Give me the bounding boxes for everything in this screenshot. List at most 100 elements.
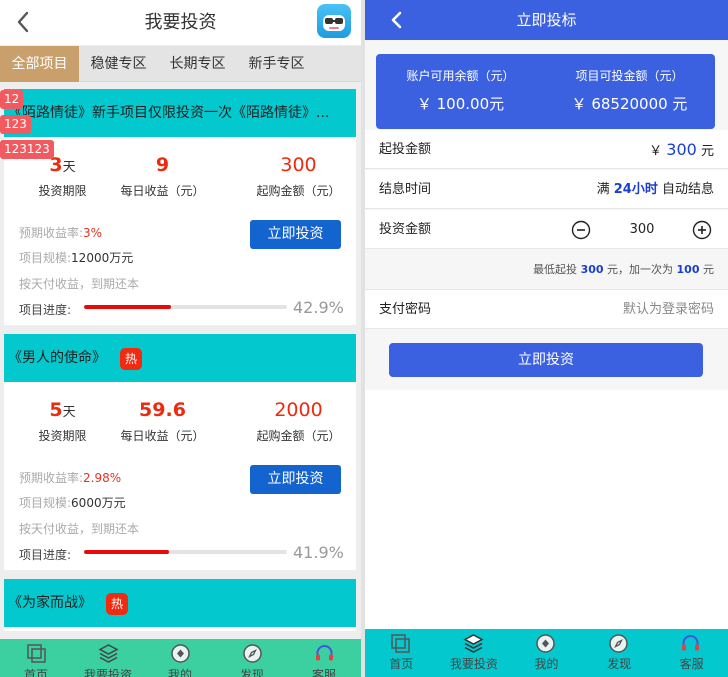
- user-icon: [535, 633, 556, 654]
- repayment-method: 按天付收益，到期还本: [19, 277, 140, 291]
- home-icon: [390, 633, 411, 654]
- min-amount-label: 起购金额（元）: [256, 429, 341, 443]
- bid-form: 账户可用余额（元） ￥ 100.00元 项目可投金额（元） ￥ 68520000…: [365, 40, 728, 390]
- compass-icon: [608, 633, 629, 654]
- nav-invest[interactable]: 我要投资: [72, 639, 144, 677]
- project-stats: 3天 投资期限 9 每日收益（元） 300 起购金额（元）: [4, 151, 356, 211]
- invest-hint: 最低起投 300 元，加一次为 100 元: [533, 263, 714, 276]
- invest-hint-row: 最低起投 300 元，加一次为 100 元: [365, 250, 728, 290]
- progress-fill: [84, 305, 172, 309]
- invest-list-screen: 我要投资 全部项目 稳健专区 长期专区 新手专区 《陌路情徒》新手项目仅限投资一…: [0, 0, 361, 677]
- project-card-header[interactable]: 《为家而战》 热: [4, 579, 356, 627]
- start-amount-label: 起投金额: [379, 142, 432, 157]
- progress-label: 项目进度:: [19, 303, 72, 317]
- pay-password-input[interactable]: 默认为登录密码: [623, 290, 714, 329]
- settle-time-label: 结息时间: [379, 182, 432, 197]
- category-tabs: 全部项目 稳健专区 长期专区 新手专区: [0, 46, 361, 82]
- top-bar: 立即投标: [365, 0, 728, 40]
- page-title: 我要投资: [144, 12, 217, 33]
- available-balance-value: ￥ 100.00元: [416, 95, 505, 113]
- invest-now-button[interactable]: 立即投资: [250, 220, 341, 249]
- nav-home[interactable]: 首页: [0, 639, 72, 677]
- project-card: 《陌路情徒》新手项目仅限投资一次《陌路情徒》... 3天 投资期限 9 每日收益…: [4, 89, 356, 325]
- tab-stable-zone[interactable]: 稳健专区: [79, 46, 158, 82]
- invest-amount-row: 投资金额 300: [365, 210, 728, 249]
- invest-now-button[interactable]: 立即投资: [250, 465, 341, 494]
- start-amount-value: ￥ 300 元: [649, 140, 714, 159]
- layers-icon: [98, 643, 119, 664]
- project-stats: 5天 投资期限 59.6 每日收益（元） 2000 起购金额（元）: [4, 396, 356, 456]
- bid-screen: 立即投标 账户可用余额（元） ￥ 100.00元 项目可投金额（元） ￥ 685…: [365, 0, 728, 677]
- project-scale: 项目规模:6000万元: [19, 496, 126, 510]
- progress-fill: [84, 550, 170, 554]
- back-icon[interactable]: [12, 10, 36, 34]
- project-available-label: 项目可投金额（元）: [575, 69, 684, 83]
- nav-mine[interactable]: 我的: [144, 639, 216, 677]
- tab-long-term-zone[interactable]: 长期专区: [158, 46, 237, 82]
- debug-tooltip: 12: [0, 90, 24, 109]
- plus-icon[interactable]: [692, 220, 712, 240]
- project-card-header[interactable]: 《男人的使命》 热: [4, 334, 356, 382]
- progress-bar: [84, 550, 287, 554]
- min-amount-value: 2000: [274, 399, 323, 421]
- user-icon: [170, 643, 191, 664]
- layers-icon: [462, 633, 484, 654]
- nav-discover[interactable]: 发现: [583, 629, 656, 677]
- balance-card: 账户可用余额（元） ￥ 100.00元 项目可投金额（元） ￥ 68520000…: [376, 54, 715, 129]
- bottom-nav: 首页 我要投资 我的 发现 客服: [365, 629, 728, 677]
- period-unit: 天: [62, 405, 76, 420]
- debug-tooltip: 123123: [0, 140, 54, 159]
- hot-badge: 热: [106, 593, 128, 615]
- nav-invest[interactable]: 我要投资: [438, 629, 511, 677]
- pay-password-row[interactable]: 支付密码 默认为登录密码: [365, 290, 728, 329]
- daily-income-value: 9: [155, 154, 170, 176]
- tab-all-projects[interactable]: 全部项目: [0, 46, 79, 82]
- progress-bar: [84, 305, 287, 309]
- start-amount-row: 起投金额 ￥ 300 元: [365, 130, 728, 169]
- hot-badge: 热: [120, 348, 142, 370]
- nav-service[interactable]: 客服: [288, 639, 360, 677]
- min-amount-value: 300: [280, 154, 317, 176]
- project-card-header[interactable]: 《陌路情徒》新手项目仅限投资一次《陌路情徒》...: [4, 89, 356, 137]
- headset-icon: [314, 643, 335, 664]
- daily-income-label: 每日收益（元）: [120, 429, 205, 443]
- settle-time-row: 结息时间 满 24小时 自动结息: [365, 170, 728, 209]
- nav-mine[interactable]: 我的: [510, 629, 583, 677]
- daily-income-value: 59.6: [139, 399, 186, 421]
- progress-label: 项目进度:: [19, 548, 72, 562]
- home-icon: [26, 643, 47, 664]
- page-title: 立即投标: [516, 11, 577, 29]
- progress-percent: 41.9%: [293, 543, 344, 562]
- expected-rate: 预期收益率:2.98%: [19, 471, 122, 485]
- back-icon[interactable]: [387, 10, 407, 30]
- compass-icon: [242, 643, 263, 664]
- top-bar: 我要投资: [0, 0, 361, 45]
- repayment-method: 按天付收益，到期还本: [19, 522, 140, 536]
- invest-amount-input[interactable]: 300: [622, 210, 662, 249]
- min-amount-label: 起购金额（元）: [256, 184, 341, 198]
- progress-percent: 42.9%: [293, 298, 344, 317]
- submit-invest-button[interactable]: 立即投资: [389, 343, 703, 377]
- bottom-nav: 首页 我要投资 我的 发现 客服: [0, 639, 361, 677]
- tab-newbie-zone[interactable]: 新手专区: [237, 46, 316, 82]
- headset-icon: [680, 633, 701, 654]
- expected-rate: 预期收益率:3%: [19, 226, 103, 240]
- settle-time-value: 满 24小时 自动结息: [596, 182, 714, 197]
- nav-service[interactable]: 客服: [655, 629, 728, 677]
- project-card: 《为家而战》 热: [4, 579, 356, 631]
- nav-discover[interactable]: 发现: [216, 639, 288, 677]
- period-value: 5: [49, 399, 63, 421]
- project-scale: 项目规模:12000万元: [19, 251, 134, 265]
- project-title: 《男人的使命》: [8, 350, 106, 366]
- minus-icon[interactable]: [571, 220, 591, 240]
- project-card: 《男人的使命》 热 5天 投资期限 59.6 每日收益（元） 2000 起购金额…: [4, 334, 356, 570]
- project-title: 《陌路情徒》新手项目仅限投资一次《陌路情徒》...: [8, 105, 330, 121]
- nav-home[interactable]: 首页: [365, 629, 438, 677]
- app-mascot-icon[interactable]: [317, 4, 351, 38]
- daily-income-label: 每日收益（元）: [120, 184, 205, 198]
- period-unit: 天: [62, 160, 76, 175]
- pay-password-label: 支付密码: [379, 302, 432, 317]
- debug-tooltip: 123: [0, 115, 31, 134]
- project-title: 《为家而战》: [8, 595, 92, 611]
- project-available-value: ￥ 68520000 元: [571, 95, 688, 113]
